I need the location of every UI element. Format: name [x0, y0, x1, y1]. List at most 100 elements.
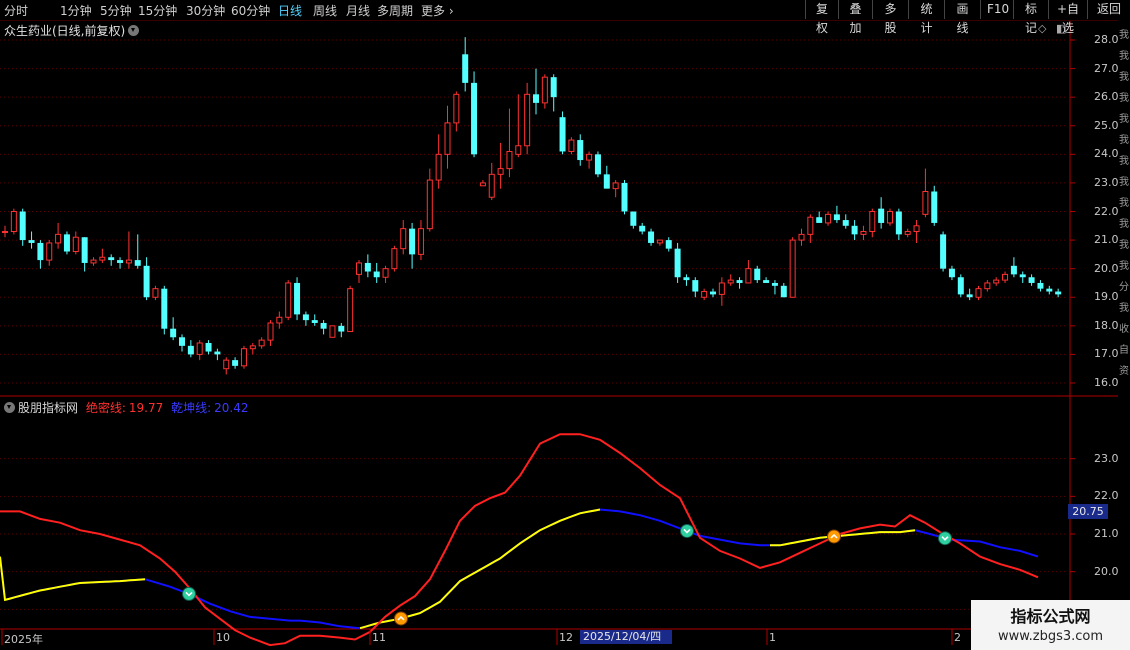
candle-body — [701, 291, 708, 298]
line2-value: 20.42 — [214, 401, 249, 415]
candle-body — [488, 173, 495, 198]
candle-body — [1019, 274, 1026, 278]
toolbar-button-8[interactable]: 返回 — [1087, 0, 1130, 19]
toolbar-button-2[interactable]: 多股 — [872, 0, 908, 35]
candle-body — [37, 242, 44, 261]
period-8[interactable]: 月线 — [346, 2, 370, 19]
side-tab-14[interactable]: 收 — [1119, 320, 1129, 335]
diamond-icon[interactable]: ◇ — [1038, 22, 1046, 35]
candle-body — [586, 153, 593, 161]
side-tab-16[interactable]: 资 — [1119, 362, 1129, 377]
candle-body — [285, 282, 292, 318]
toolbar-button-1[interactable]: 叠加 — [838, 0, 872, 35]
candle-body — [10, 211, 17, 233]
side-tab-1[interactable]: 我 — [1119, 47, 1129, 62]
candle-body — [710, 291, 716, 295]
candle-body — [630, 211, 637, 226]
candle-body — [975, 288, 982, 298]
side-tab-7[interactable]: 我 — [1119, 173, 1129, 188]
candle-body — [754, 268, 761, 281]
candle-body — [1028, 277, 1035, 283]
candle-body — [364, 262, 371, 272]
candle-body — [400, 228, 407, 250]
side-tab-3[interactable]: 我 — [1119, 89, 1129, 104]
candle-body — [771, 282, 778, 286]
side-tab-2[interactable]: 我 — [1119, 68, 1129, 83]
side-tab-4[interactable]: 我 — [1119, 110, 1129, 125]
side-tab-10[interactable]: 我 — [1119, 236, 1129, 251]
candle-body — [674, 248, 681, 278]
period-7[interactable]: 周线 — [313, 2, 337, 19]
period-2[interactable]: 5分钟 — [100, 2, 132, 19]
toolbar-button-5[interactable]: F10 — [980, 0, 1013, 19]
candle-body — [648, 231, 655, 243]
period-10[interactable]: 更多 › — [421, 2, 454, 19]
line1-label: 绝密线: — [85, 401, 126, 415]
candle-body — [993, 279, 1000, 284]
side-tab-9[interactable]: 我 — [1119, 215, 1129, 230]
side-tab-11[interactable]: 我 — [1119, 257, 1129, 272]
candle-body — [1055, 291, 1062, 295]
side-tab-8[interactable]: 我 — [1119, 194, 1129, 209]
period-9[interactable]: 多周期 — [377, 2, 413, 19]
candle-body — [55, 233, 62, 244]
period-1[interactable]: 1分钟 — [60, 2, 92, 19]
toolbar-button-0[interactable]: 复权 — [805, 0, 838, 35]
candle-body — [1002, 273, 1009, 281]
indicator-title: 股朋指标网 绝密线: 19.77 乾坤线: 20.42 — [4, 399, 248, 416]
time-tick-label: 10 — [216, 631, 230, 644]
chevron-down-icon[interactable] — [4, 402, 15, 413]
side-tab-13[interactable]: 我 — [1119, 299, 1129, 314]
candle-body — [621, 182, 628, 212]
period-6[interactable]: 日线 — [278, 2, 302, 19]
toolbar-button-7[interactable]: +自选 — [1048, 0, 1087, 35]
chevron-down-icon[interactable] — [128, 25, 140, 36]
candle-body — [426, 179, 433, 230]
corner-icons: ◇ ◧ — [1038, 22, 1066, 35]
candle-body — [134, 260, 141, 266]
period-0[interactable]: 分时 — [4, 2, 28, 19]
toolbar-button-3[interactable]: 统计 — [908, 0, 944, 35]
toolbar-button-4[interactable]: 画线 — [944, 0, 980, 35]
candle-body — [320, 322, 327, 329]
sell-signal-icon — [680, 523, 694, 538]
candle-body — [842, 220, 849, 226]
candle-body — [940, 234, 947, 269]
watermark-title: 指标公式网 — [1010, 607, 1091, 626]
candle-body — [90, 259, 97, 264]
candle-body — [249, 345, 256, 350]
candle-body — [550, 77, 557, 98]
time-tick-label: 11 — [372, 631, 386, 644]
time-tick-label: 12 — [559, 631, 573, 644]
candle-body — [541, 76, 548, 104]
period-5[interactable]: 60分钟 — [231, 2, 270, 19]
candle-body — [966, 294, 973, 298]
stock-title[interactable]: 众生药业(日线,前复权) — [4, 22, 140, 39]
side-tab-5[interactable]: 我 — [1119, 131, 1129, 146]
candle-body — [957, 277, 964, 295]
toolbar-button-6[interactable]: 标记 — [1013, 0, 1048, 35]
period-toolbar: 分时 1分钟 5分钟 15分钟 30分钟 60分钟 日线 周线 月线 多周期 更多 › 复权 叠加 多股统… — [0, 0, 1130, 35]
side-tab-15[interactable]: 自 — [1119, 341, 1129, 356]
candle-body — [931, 191, 938, 223]
candle-body — [948, 268, 955, 278]
candle-body — [1046, 288, 1053, 292]
period-3[interactable]: 15分钟 — [138, 2, 177, 19]
side-panel-strip[interactable]: 我我我我我我我我我我我我分我收自资 — [1118, 20, 1130, 630]
side-tab-0[interactable]: 我 — [1119, 26, 1129, 41]
qiankun-line-yellow-segment — [0, 556, 146, 602]
candle-body — [524, 93, 531, 147]
side-tab-12[interactable]: 分 — [1119, 278, 1129, 293]
candle-body — [497, 168, 504, 175]
side-tab-6[interactable]: 我 — [1119, 152, 1129, 167]
chart-canvas[interactable] — [0, 0, 1130, 650]
candle-body — [373, 271, 380, 278]
window-icon[interactable]: ◧ — [1056, 22, 1066, 35]
candle-body — [347, 288, 354, 333]
candle-body — [568, 139, 575, 152]
qiankun-line — [4, 508, 1039, 630]
period-4[interactable]: 30分钟 — [186, 2, 225, 19]
candle-body — [232, 360, 239, 366]
stock-name-label: 众生药业(日线,前复权) — [4, 24, 126, 38]
indicator-name[interactable]: 股朋指标网 — [18, 401, 78, 415]
